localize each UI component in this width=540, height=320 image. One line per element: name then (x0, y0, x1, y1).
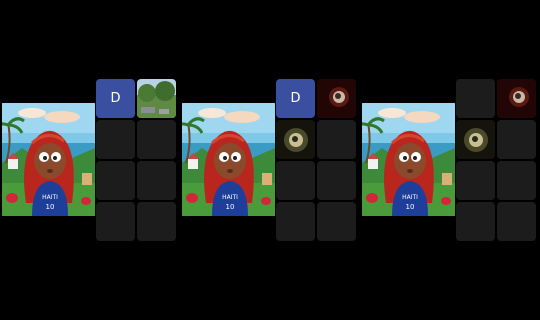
empty-slot[interactable] (96, 202, 135, 241)
empty-slot[interactable] (456, 161, 495, 200)
thumbnail-photo-dark-red[interactable] (317, 79, 356, 118)
empty-slot[interactable] (96, 161, 135, 200)
empty-slot[interactable] (456, 79, 495, 118)
thumbnail-grid: D (276, 79, 358, 241)
panel-1: HAITI 10 D (0, 0, 180, 320)
svg-text:HAITI: HAITI (42, 194, 58, 201)
empty-slot[interactable] (137, 120, 176, 159)
empty-slot[interactable] (456, 202, 495, 241)
thumbnail-photo-dark-olive[interactable] (276, 120, 315, 159)
empty-slot[interactable] (497, 202, 536, 241)
empty-slot[interactable] (317, 161, 356, 200)
svg-text:10: 10 (46, 203, 55, 211)
thumbnail-grid (456, 79, 538, 241)
empty-slot[interactable] (137, 202, 176, 241)
thumbnail-photo-landscape[interactable] (137, 79, 176, 118)
empty-slot[interactable] (317, 202, 356, 241)
artwork-image[interactable]: HAITI 10 (362, 103, 455, 216)
artwork-image[interactable]: HAITI 10 (182, 103, 275, 216)
panel-2: HAITI 10 D (180, 0, 360, 320)
svg-text:HAITI: HAITI (402, 194, 418, 201)
avatar-letter: D (110, 91, 121, 106)
thumbnail-photo-dark-red[interactable] (497, 79, 536, 118)
artwork-image[interactable]: HAITI 10 (2, 103, 95, 216)
thumbnail-grid: D (96, 79, 178, 241)
empty-slot[interactable] (276, 202, 315, 241)
empty-slot[interactable] (317, 120, 356, 159)
empty-slot[interactable] (137, 161, 176, 200)
svg-text:10: 10 (226, 203, 235, 211)
panel-3: HAITI 10 (360, 0, 540, 320)
user-avatar[interactable]: D (276, 79, 315, 118)
svg-text:HAITI: HAITI (222, 194, 238, 201)
thumbnail-photo-dark-olive[interactable] (456, 120, 495, 159)
empty-slot[interactable] (276, 161, 315, 200)
empty-slot[interactable] (497, 161, 536, 200)
avatar-letter: D (290, 91, 301, 106)
empty-slot[interactable] (96, 120, 135, 159)
svg-text:10: 10 (406, 203, 415, 211)
empty-slot[interactable] (497, 120, 536, 159)
user-avatar[interactable]: D (96, 79, 135, 118)
